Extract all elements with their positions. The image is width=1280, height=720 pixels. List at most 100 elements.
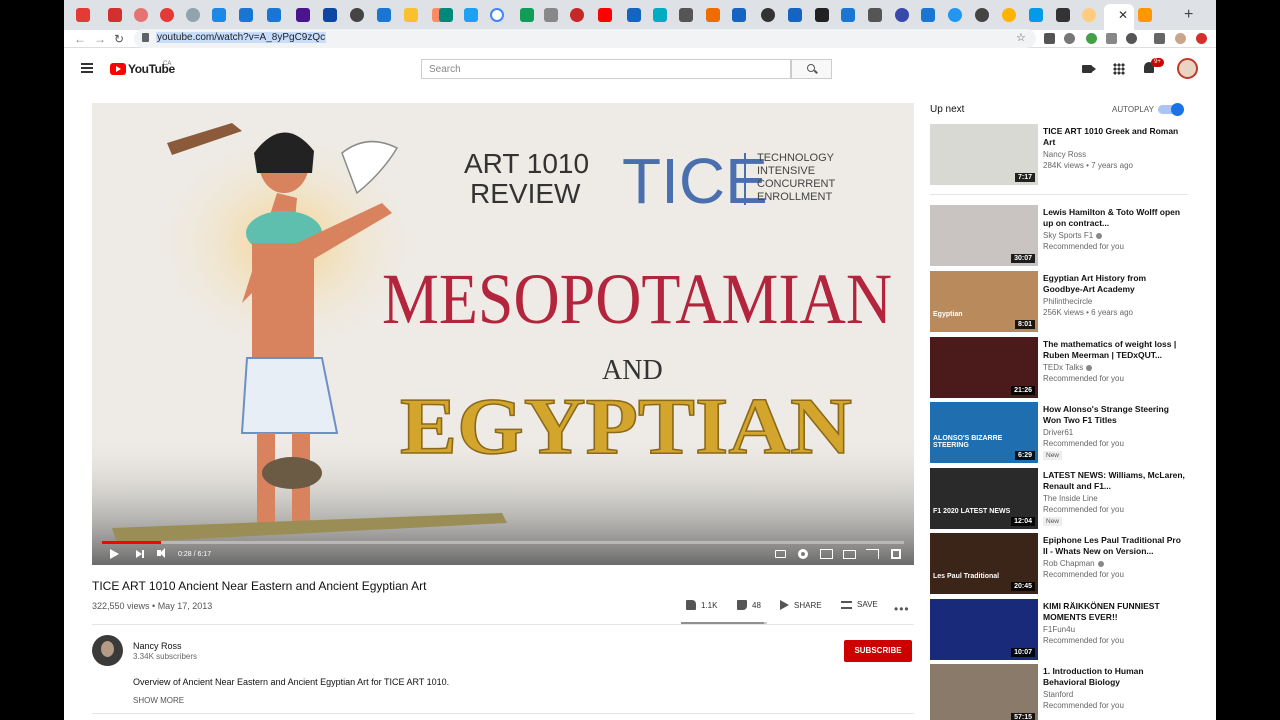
tab-favicon[interactable] (868, 8, 882, 22)
tab-favicon[interactable] (788, 8, 802, 22)
video-thumbnail[interactable]: F1 2020 LATEST NEWS 12:04 (930, 468, 1038, 529)
tab-favicon[interactable] (108, 8, 122, 22)
tab-favicon[interactable] (921, 8, 935, 22)
hamburger-menu-icon[interactable] (81, 63, 93, 73)
extension-icon[interactable] (1154, 33, 1165, 44)
more-actions-icon[interactable]: ••• (894, 602, 910, 616)
tab-favicon[interactable] (377, 8, 391, 22)
recommended-video-title[interactable]: KIMI RÄIKKÖNEN FUNNIEST MOMENTS EVER!! (1043, 601, 1185, 622)
miniplayer-icon[interactable] (820, 549, 833, 559)
tab-favicon[interactable] (544, 8, 558, 22)
extension-icon[interactable] (1106, 33, 1117, 44)
video-thumbnail[interactable]: 7:17 (930, 124, 1038, 185)
tab-favicon[interactable] (404, 8, 418, 22)
tab-favicon[interactable] (439, 8, 453, 22)
tab-favicon[interactable] (239, 8, 253, 22)
tab-favicon[interactable] (76, 8, 90, 22)
cast-icon[interactable] (866, 549, 879, 559)
recommended-video-title[interactable]: LATEST NEWS: Williams, McLaren, Renault … (1043, 470, 1185, 491)
tab-favicon[interactable] (1056, 8, 1070, 22)
volume-icon[interactable] (157, 548, 165, 558)
tab-favicon[interactable] (1138, 8, 1152, 22)
save-button[interactable]: SAVE (841, 600, 878, 609)
tab-favicon[interactable] (706, 8, 720, 22)
next-icon[interactable] (136, 550, 144, 558)
recommended-video-title[interactable]: How Alonso's Strange Steering Won Two F1… (1043, 404, 1185, 425)
extension-icon[interactable] (1126, 33, 1137, 44)
video-thumbnail[interactable]: ALONSO'S BIZARRE STEERING 6:29 (930, 402, 1038, 463)
reload-icon[interactable]: ↻ (114, 31, 124, 47)
tab-favicon[interactable] (464, 8, 478, 22)
settings-gear-icon[interactable] (798, 549, 808, 559)
video-thumbnail[interactable]: 10:07 (930, 599, 1038, 660)
dislike-button[interactable]: 48 (737, 600, 761, 610)
tab-favicon[interactable] (761, 8, 775, 22)
tab-favicon[interactable] (653, 8, 667, 22)
video-thumbnail[interactable]: 21:26 (930, 337, 1038, 398)
video-thumbnail[interactable]: Egyptian 8:01 (930, 271, 1038, 332)
tab-favicon[interactable] (520, 8, 534, 22)
tab-favicon[interactable] (1002, 8, 1016, 22)
recommended-video-title[interactable]: TICE ART 1010 Greek and Roman Art (1043, 126, 1185, 147)
back-icon[interactable]: ← (74, 31, 86, 47)
avatar[interactable] (1177, 58, 1198, 79)
tab-favicon[interactable] (570, 8, 584, 22)
tab-favicon[interactable] (975, 8, 989, 22)
video-thumbnail[interactable]: Les Paul Traditional 20:45 (930, 533, 1038, 594)
tab-favicon[interactable] (296, 8, 310, 22)
tab-favicon[interactable] (160, 8, 174, 22)
tab-favicon[interactable] (679, 8, 693, 22)
tab-favicon[interactable] (1029, 8, 1043, 22)
like-button[interactable]: 1.1K (686, 600, 717, 610)
tab-favicon[interactable] (350, 8, 364, 22)
address-bar[interactable]: youtube.com/watch?v=A_8yPgC9zQc ☆ (134, 29, 1036, 48)
recommended-video-title[interactable]: Lewis Hamilton & Toto Wolff open up on c… (1043, 207, 1185, 228)
tab-favicon[interactable] (323, 8, 337, 22)
search-input[interactable]: Search (421, 59, 791, 79)
extension-icon[interactable] (1196, 33, 1207, 44)
tab-favicon[interactable] (134, 8, 148, 22)
extension-icon[interactable] (1044, 33, 1055, 44)
recommended-video[interactable]: Les Paul Traditional 20:45 Epiphone Les Pa… (930, 533, 1190, 595)
tab-favicon[interactable] (895, 8, 909, 22)
tab-favicon[interactable] (627, 8, 641, 22)
recommended-video[interactable]: ALONSO'S BIZARRE STEERING 6:29 How Alonso'… (930, 402, 1190, 464)
recommended-video[interactable]: 30:07 Lewis Hamilton & Toto Wolff open up… (930, 205, 1190, 267)
tab-favicon[interactable] (815, 8, 829, 22)
extension-icon[interactable] (1064, 33, 1075, 44)
recommended-video-title[interactable]: 1. Introduction to Human Behavioral Biol… (1043, 666, 1185, 687)
create-video-icon[interactable] (1082, 65, 1096, 73)
new-tab-icon[interactable]: + (1184, 6, 1193, 24)
recommended-video-title[interactable]: The mathematics of weight loss | Ruben M… (1043, 339, 1185, 360)
share-button[interactable]: SHARE (780, 600, 822, 610)
profile-icon[interactable] (1175, 33, 1186, 44)
search-button[interactable] (791, 59, 832, 79)
bookmark-star-icon[interactable]: ☆ (1016, 31, 1026, 44)
close-tab-icon[interactable]: ✕ (1118, 8, 1128, 22)
subscribe-button[interactable]: SUBSCRIBE (844, 640, 912, 662)
video-thumbnail[interactable]: 30:07 (930, 205, 1038, 266)
tab-favicon[interactable] (948, 8, 962, 22)
channel-name[interactable]: Nancy Ross (133, 641, 182, 651)
theater-mode-icon[interactable] (843, 550, 856, 559)
fullscreen-icon[interactable] (891, 549, 901, 559)
video-player[interactable]: ART 1010 REVIEW TICE TECHNOLOGY INTENSIV… (92, 103, 914, 565)
recommended-video[interactable]: 21:26 The mathematics of weight loss | Ru… (930, 337, 1190, 399)
autoplay-toggle[interactable] (1158, 103, 1184, 116)
apps-grid-icon[interactable] (1113, 63, 1125, 75)
tab-favicon[interactable] (490, 8, 504, 22)
tab-favicon[interactable] (267, 8, 281, 22)
tab-favicon[interactable] (598, 8, 612, 22)
recommended-video[interactable]: 10:07 KIMI RÄIKKÖNEN FUNNIEST MOMENTS EVE… (930, 599, 1190, 661)
channel-avatar[interactable] (92, 635, 123, 666)
recommended-video[interactable]: Egyptian 8:01 Egyptian Art History from Go… (930, 271, 1190, 333)
video-thumbnail[interactable]: 57:15 (930, 664, 1038, 720)
url-text[interactable]: youtube.com/watch?v=A_8yPgC9zQc (156, 32, 327, 43)
tab-favicon[interactable] (212, 8, 226, 22)
tab-favicon[interactable] (1082, 8, 1096, 22)
tab-favicon[interactable] (841, 8, 855, 22)
captions-icon[interactable] (775, 550, 786, 558)
tab-favicon[interactable] (732, 8, 746, 22)
recommended-video[interactable]: 7:17 TICE ART 1010 Greek and Roman Art Nan… (930, 124, 1190, 186)
extension-icon[interactable] (1086, 33, 1097, 44)
